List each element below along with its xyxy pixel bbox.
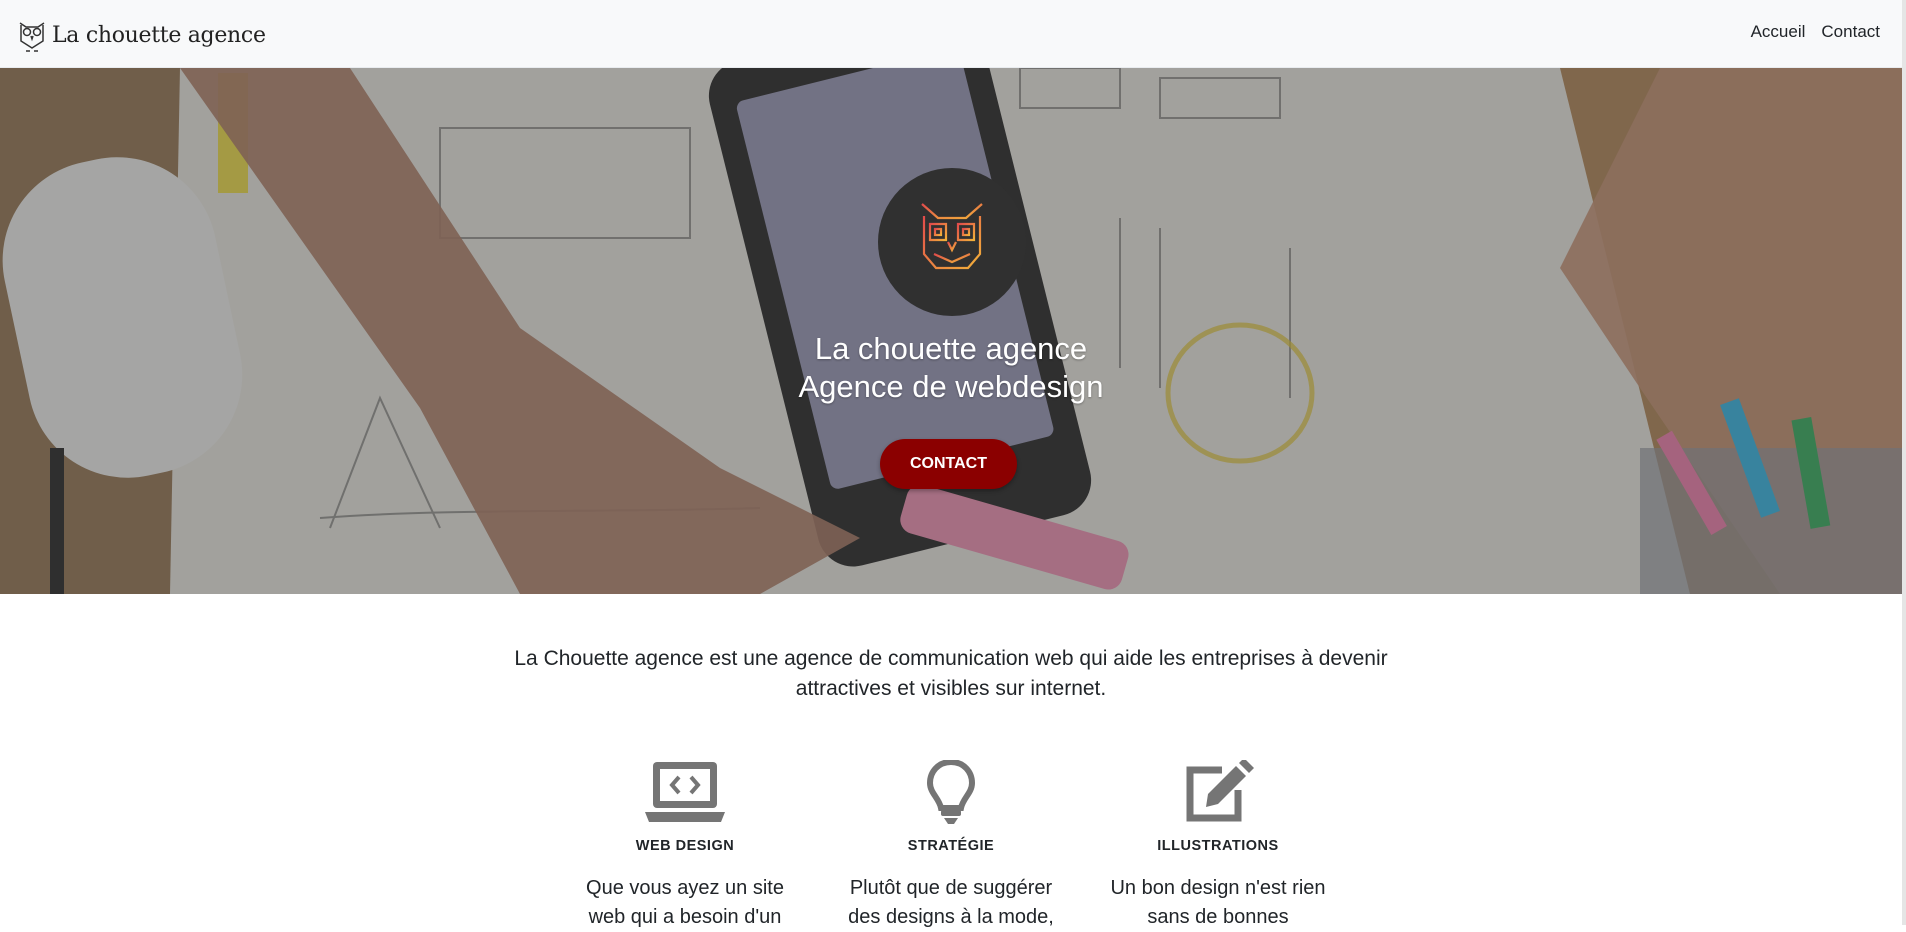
hero-title-line2: Agence de webdesign (798, 369, 1104, 404)
feature-web-design: WEB DESIGN Que vous ayez un site web qui… (565, 760, 805, 932)
hero-title: La chouette agence Agence de webdesign (0, 330, 1902, 406)
edit-icon (1186, 760, 1254, 822)
hero-logo (878, 168, 1026, 316)
hero-title-line1: La chouette agence (814, 331, 1088, 366)
nav-link-accueil[interactable]: Accueil (1751, 22, 1806, 42)
contact-button[interactable]: CONTACT (880, 439, 1017, 489)
feature-title: ILLUSTRATIONS (1157, 838, 1279, 854)
nav-link-contact[interactable]: Contact (1821, 22, 1880, 42)
intro-text: La Chouette agence est une agence de com… (514, 647, 1388, 700)
owl-logo-icon (921, 203, 983, 284)
lightbulb-icon (927, 760, 975, 824)
feature-text: Que vous ayez un site web qui a besoin d… (586, 877, 784, 928)
laptop-code-icon (645, 762, 725, 822)
feature-title: WEB DESIGN (635, 838, 735, 854)
feature-text: Plutôt que de suggérer des designs à la … (848, 877, 1054, 928)
feature-strategie: STRATÉGIE Plutôt que de suggérer des des… (831, 760, 1071, 932)
scrollbar[interactable] (1902, 0, 1906, 925)
owl-logo-icon (19, 22, 45, 52)
feature-title: STRATÉGIE (907, 838, 995, 854)
brand[interactable]: La chouette agence (16, 17, 266, 53)
feature-text: Un bon design n'est rien sans de bonnes (1110, 877, 1326, 928)
navbar: La chouette agence Accueil Contact (0, 0, 1906, 68)
nav-links: Accueil Contact (1751, 22, 1880, 42)
feature-illustrations: ILLUSTRATIONS Un bon design n'est rien s… (1098, 760, 1338, 932)
brand-name: La chouette agence (52, 22, 266, 48)
hero-section: La chouette agence Agence de webdesign C… (0, 68, 1902, 594)
